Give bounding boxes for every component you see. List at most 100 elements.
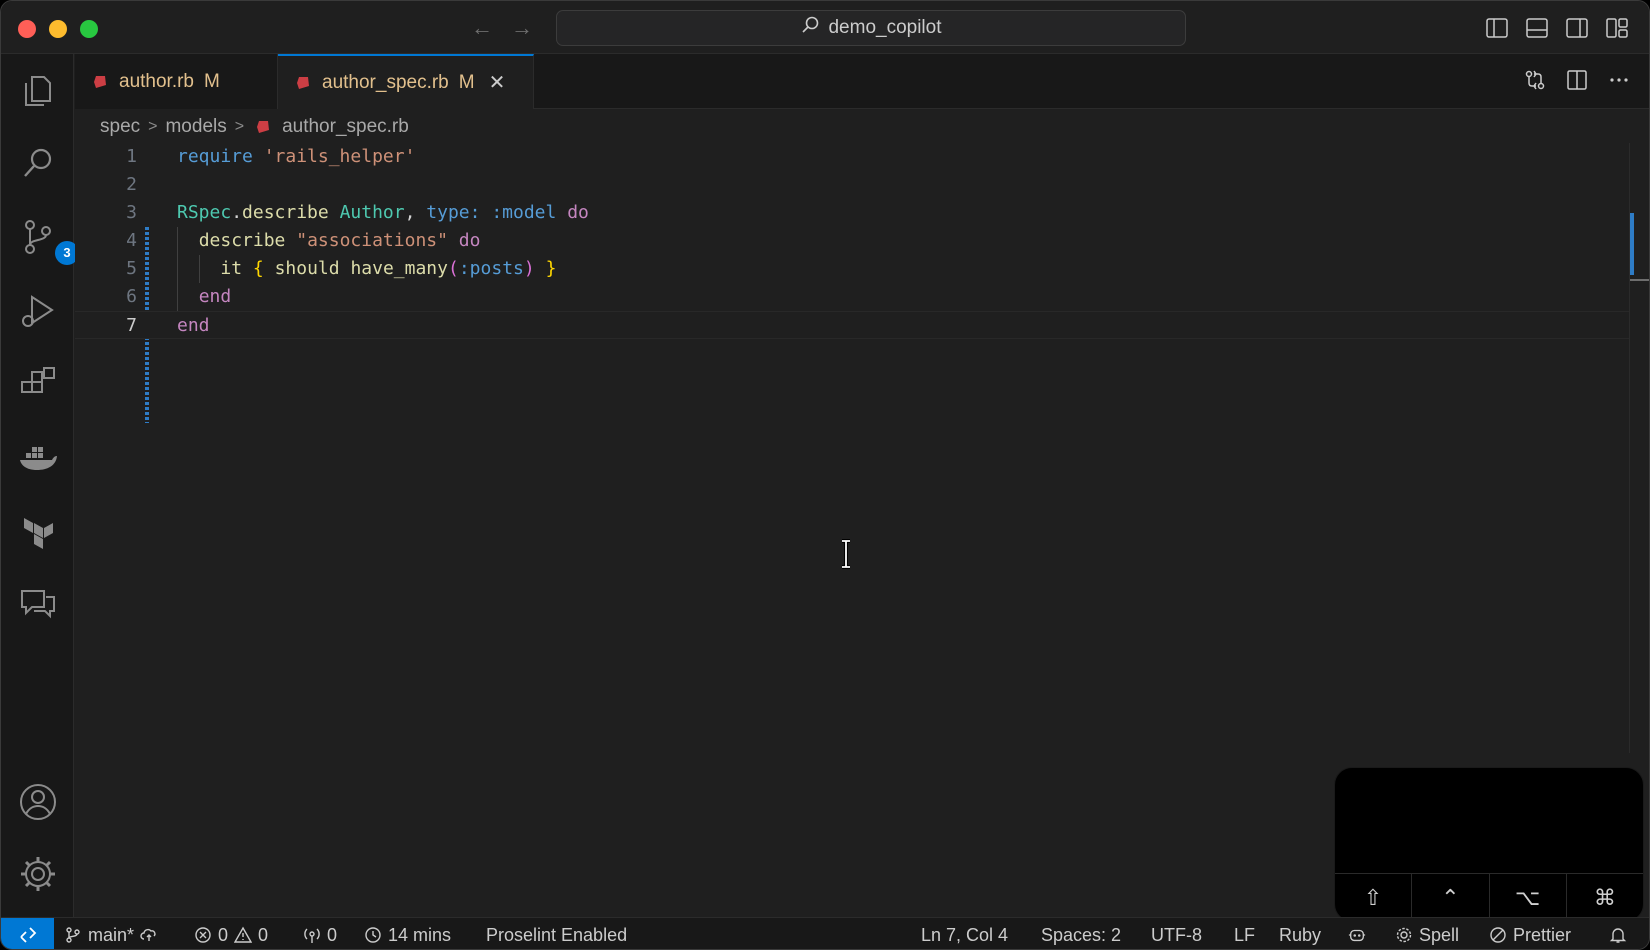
ports-count: 0: [327, 924, 338, 945]
proselint-status[interactable]: Proselint Enabled: [486, 918, 627, 949]
ports-status[interactable]: 0: [303, 918, 338, 949]
overview-ruler-cursor-mark: [1630, 279, 1649, 281]
ruby-file-icon: [257, 121, 270, 133]
bell-icon: [1609, 928, 1627, 943]
code-line: 2: [75, 171, 1631, 199]
git-branch-icon: [66, 927, 80, 943]
breadcrumb-item[interactable]: models: [165, 116, 226, 138]
option-key-icon: ⌥: [1490, 874, 1567, 921]
toggle-secondary-sidebar-icon[interactable]: [1565, 16, 1589, 40]
eol-text: LF: [1234, 924, 1256, 945]
toggle-primary-sidebar-icon[interactable]: [1485, 16, 1509, 40]
warning-count: 0: [258, 924, 269, 945]
vscode-window: ← → demo_copilot 3 author.rb M author_sp…: [0, 0, 1650, 950]
settings-gear-icon[interactable]: [18, 854, 58, 894]
search-icon: [800, 15, 820, 41]
docker-icon[interactable]: [18, 437, 58, 477]
line-number: 5: [126, 258, 137, 279]
encoding-text: UTF-8: [1151, 924, 1202, 945]
code-text: RSpec.describe Author, type: :model do: [177, 202, 589, 223]
toggle-panel-icon[interactable]: [1525, 16, 1549, 40]
code-text: it { should have_many(:posts) }: [220, 258, 557, 279]
language-mode-status[interactable]: Ruby: [1279, 918, 1322, 949]
back-arrow-icon[interactable]: ←: [469, 15, 495, 41]
line-number: 3: [126, 202, 137, 223]
code-line: 5 it { should have_many(:posts) }: [75, 255, 1631, 283]
code-line: 4 describe "associations" do: [75, 227, 1631, 255]
language-text: Ruby: [1279, 924, 1322, 945]
remote-icon: [19, 927, 36, 943]
status-bar: main* 0 0 0 14 mins Proselint Enabled Ln…: [1, 917, 1649, 949]
warning-icon: [234, 926, 253, 943]
modified-indicator: M: [458, 71, 475, 93]
code-text: require 'rails_helper': [177, 146, 416, 167]
eol-status[interactable]: LF: [1234, 918, 1256, 949]
tab-label: author_spec.rb: [322, 71, 449, 93]
control-key-icon: ⌃: [1412, 874, 1490, 921]
command-center-label: demo_copilot: [828, 17, 942, 38]
branch-status[interactable]: main*: [64, 918, 158, 949]
close-window-button[interactable]: [18, 20, 36, 38]
forward-arrow-icon[interactable]: →: [509, 15, 535, 41]
compare-changes-icon[interactable]: [1523, 68, 1547, 92]
sync-cloud-icon: [140, 928, 156, 941]
notifications-status[interactable]: [1609, 918, 1627, 949]
title-bar: ← → demo_copilot: [1, 1, 1649, 54]
tab-label: author.rb: [119, 70, 194, 92]
timer-status[interactable]: 14 mins: [364, 918, 452, 949]
terraform-icon[interactable]: [18, 510, 58, 550]
timer-text: 14 mins: [388, 924, 452, 945]
line-number: 2: [126, 174, 137, 195]
prettier-text: Prettier: [1513, 924, 1572, 945]
line-number: 1: [126, 146, 137, 167]
cursor-position[interactable]: Ln 7, Col 4: [921, 918, 1009, 949]
chevron-right-icon: >: [234, 118, 245, 135]
prettier-status[interactable]: Prettier: [1489, 918, 1572, 949]
spell-text: Spell: [1419, 924, 1460, 945]
line-number: 7: [126, 315, 137, 336]
maximize-window-button[interactable]: [80, 20, 98, 38]
code-text: end: [198, 286, 232, 307]
extensions-icon[interactable]: [18, 364, 58, 404]
close-tab-icon[interactable]: ✕: [489, 70, 506, 95]
editor-tab-bar: author.rb M author_spec.rb M ✕: [75, 54, 1649, 109]
keystroke-overlay: ⇧ ⌃ ⌥ ⌘: [1334, 767, 1644, 922]
tab-author-spec-rb[interactable]: author_spec.rb M ✕: [278, 54, 534, 109]
spell-status[interactable]: Spell: [1395, 918, 1460, 949]
line-number: 4: [126, 230, 137, 251]
code-line: 3 RSpec.describe Author, type: :model do: [75, 199, 1631, 227]
tab-author-rb[interactable]: author.rb M: [75, 54, 278, 109]
copilot-icon: [1348, 929, 1366, 942]
source-control-icon[interactable]: 3: [18, 217, 79, 265]
command-center-search[interactable]: demo_copilot: [556, 10, 1186, 46]
accounts-icon[interactable]: [18, 782, 58, 822]
problems-status[interactable]: 0 0: [194, 918, 269, 949]
split-editor-icon[interactable]: [1565, 68, 1589, 92]
remote-indicator[interactable]: [1, 918, 54, 949]
copilot-status[interactable]: [1348, 918, 1366, 949]
more-actions-icon[interactable]: [1607, 68, 1631, 92]
explorer-icon[interactable]: [18, 71, 58, 111]
code-line-current: 7 end: [75, 311, 1631, 339]
comments-icon[interactable]: [18, 583, 58, 623]
history-icon: [365, 927, 381, 943]
breadcrumb-item[interactable]: author_spec.rb: [282, 116, 409, 138]
minimize-window-button[interactable]: [49, 20, 67, 38]
indentation-text: Spaces: 2: [1041, 924, 1122, 945]
indentation-status[interactable]: Spaces: 2: [1041, 918, 1122, 949]
code-text: describe "associations" do: [198, 230, 481, 251]
run-debug-icon[interactable]: [18, 291, 58, 331]
ruby-file-icon: [297, 76, 309, 89]
cursor-position-text: Ln 7, Col 4: [921, 924, 1009, 945]
line-number: 6: [126, 286, 137, 307]
ruby-file-icon: [94, 75, 106, 88]
chevron-right-icon: >: [148, 118, 158, 135]
code-line: 1 require 'rails_helper': [75, 143, 1631, 171]
encoding-status[interactable]: UTF-8: [1151, 918, 1202, 949]
search-icon[interactable]: [18, 144, 58, 184]
broadcast-icon: [304, 928, 320, 943]
overview-ruler-modified-mark: [1630, 213, 1634, 275]
breadcrumb-item[interactable]: spec: [100, 116, 140, 138]
customize-layout-icon[interactable]: [1605, 16, 1629, 40]
prohibited-icon: [1490, 927, 1506, 943]
